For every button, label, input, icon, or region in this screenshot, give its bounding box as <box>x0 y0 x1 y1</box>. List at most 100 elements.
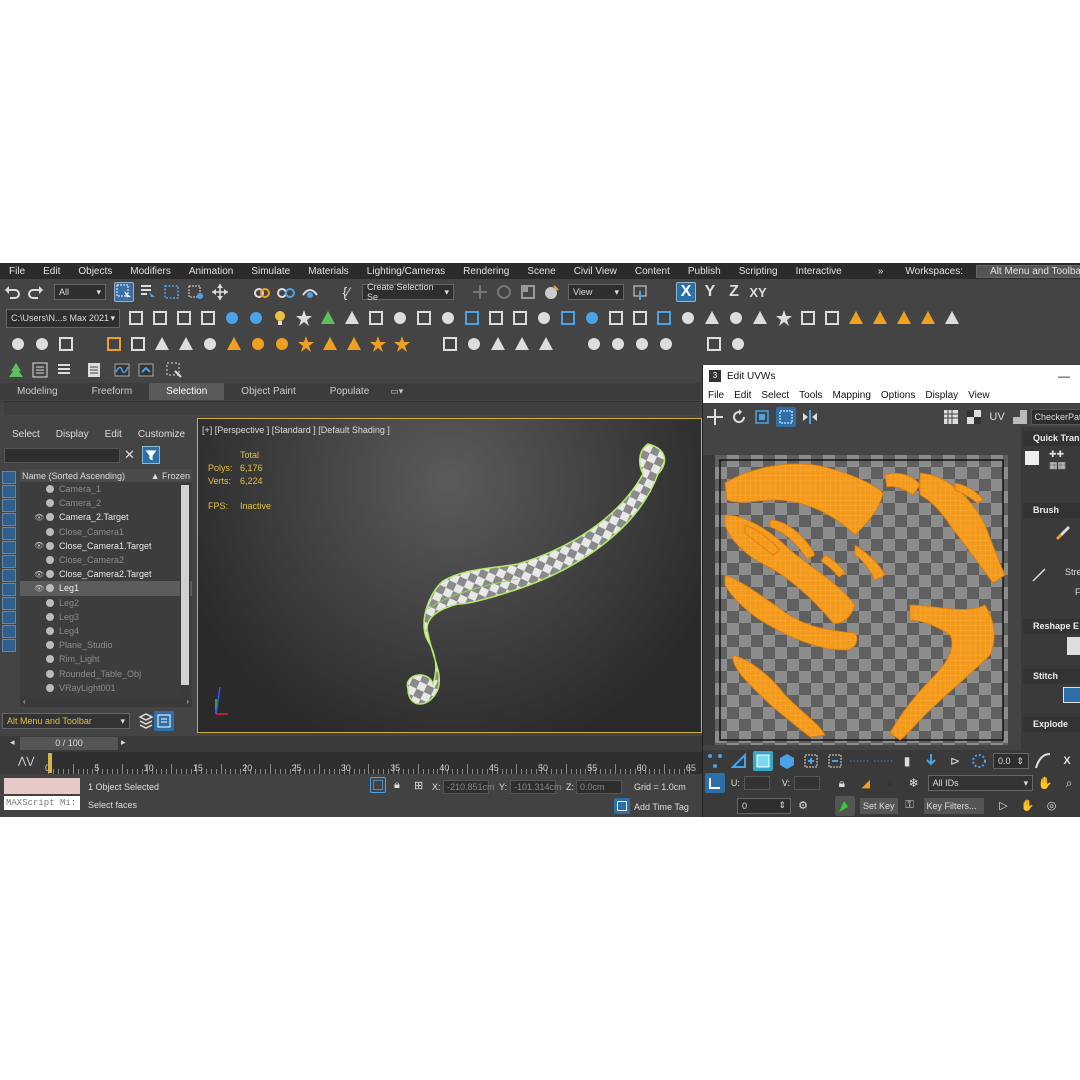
column-frozen-header[interactable]: ▲ Frozen <box>151 471 190 481</box>
quick-transform-section[interactable]: Quick Tran <box>1023 431 1080 446</box>
time-slider-right-arrow[interactable]: ▸ <box>121 737 126 748</box>
curve-editor-icon[interactable] <box>112 360 132 380</box>
constraint-x-icon[interactable] <box>846 308 866 328</box>
render-icon[interactable] <box>632 334 652 354</box>
uv-menu-options[interactable]: Options <box>876 390 920 401</box>
hide-icon[interactable]: ◢ <box>856 773 876 793</box>
paint-select-icon[interactable] <box>921 751 941 771</box>
constraint-xy-icon[interactable] <box>918 308 938 328</box>
threshold-spinner[interactable]: 0.0 ⇕ <box>993 753 1029 769</box>
scene-explorer-icon[interactable] <box>54 360 74 380</box>
minimize-icon[interactable]: — <box>1058 369 1070 383</box>
layer-list-icon[interactable] <box>30 360 50 380</box>
geosphere-icon[interactable] <box>296 334 316 354</box>
uv-menu-edit[interactable]: Edit <box>729 390 756 401</box>
window-crossing-icon[interactable] <box>186 282 206 302</box>
hierarchy-icon[interactable] <box>150 308 170 328</box>
se-menu-select[interactable]: Select <box>4 429 48 440</box>
display-all-icon[interactable] <box>2 639 16 652</box>
hand-icon[interactable]: ✋ <box>1018 796 1038 816</box>
display-cameras-icon[interactable] <box>2 513 16 526</box>
mirror-icon[interactable] <box>558 308 578 328</box>
percent-snap-icon[interactable] <box>726 308 746 328</box>
display-frozen-icon[interactable] <box>2 611 16 624</box>
se-menu-display[interactable]: Display <box>48 429 97 440</box>
time-slider-left-arrow[interactable]: ◂ <box>10 737 15 748</box>
select-object-icon[interactable] <box>114 282 134 302</box>
scrollbar-thumb[interactable] <box>181 485 189 685</box>
track-bar[interactable]: 05101520253035404550556065 <box>45 752 702 774</box>
pivot-grid-icon[interactable]: ✚✚ ▦▦ <box>1049 449 1079 479</box>
list-item[interactable]: Rounded_Table_Obj <box>20 666 192 680</box>
isolate-selection-icon[interactable] <box>370 777 386 793</box>
pine-icon[interactable] <box>342 308 362 328</box>
scale-icon[interactable] <box>518 282 538 302</box>
scene-explorer-toggle-icon[interactable] <box>154 711 174 731</box>
lock-selection-icon[interactable]: 🔒︎ <box>394 779 400 792</box>
half-sphere-icon[interactable] <box>248 334 268 354</box>
v-coordinate-field[interactable] <box>794 776 820 790</box>
sky-icon[interactable] <box>392 334 412 354</box>
move-icon[interactable] <box>210 282 230 302</box>
tree-toolbar-icon[interactable] <box>318 308 338 328</box>
shrink-select-icon[interactable] <box>825 751 845 771</box>
align-icon[interactable] <box>606 308 626 328</box>
display-geometry-icon[interactable] <box>2 471 16 484</box>
uv-menu-file[interactable]: File <box>703 390 729 401</box>
toggle-curve-icon[interactable]: ⋀⋁ <box>18 756 34 767</box>
frame-spinner[interactable]: 0 ⇕ <box>737 797 791 814</box>
maxscript-listener-pink[interactable] <box>4 778 80 794</box>
spinner-snap-icon[interactable] <box>750 308 770 328</box>
menu-scripting[interactable]: Scripting <box>730 266 787 277</box>
bell-icon[interactable] <box>344 334 364 354</box>
display-helpers-icon[interactable] <box>2 527 16 540</box>
ring-select-icon[interactable]: ⋯⋯ <box>873 751 893 771</box>
group-icon[interactable] <box>174 308 194 328</box>
uv-move-icon[interactable] <box>705 407 725 427</box>
curve-tool-icon[interactable] <box>1033 751 1053 771</box>
brush-section[interactable]: Brush <box>1023 503 1080 518</box>
freeze-icon[interactable]: ❄ <box>904 773 924 793</box>
separator-b[interactable] <box>416 334 436 354</box>
u-coordinate-field[interactable] <box>743 776 770 790</box>
schematic-view-icon[interactable] <box>136 360 156 380</box>
display-hidden-icon[interactable] <box>2 625 16 638</box>
stitch-icon[interactable] <box>1063 687 1080 703</box>
set-key-button[interactable]: Set Key <box>860 797 898 814</box>
select-rename-icon[interactable] <box>126 308 146 328</box>
list-item[interactable]: Leg2 <box>20 596 192 610</box>
perspective-viewport[interactable]: [+] [Perspective ] [Standard ] [Default … <box>197 418 702 733</box>
se-menu-customize[interactable]: Customize <box>130 429 193 440</box>
loop-select-icon[interactable]: ⋯⋯ <box>849 751 869 771</box>
orbit-icon[interactable]: ◎ <box>1042 796 1062 816</box>
constraint-z-icon[interactable] <box>894 308 914 328</box>
snap-grid-icon[interactable] <box>630 308 650 328</box>
tripod-icon[interactable] <box>488 334 508 354</box>
sun-icon[interactable] <box>294 308 314 328</box>
display-containers-icon[interactable] <box>2 597 16 610</box>
rotate-icon[interactable] <box>494 282 514 302</box>
display-lights-icon[interactable] <box>2 499 16 512</box>
lamp-icon[interactable] <box>224 334 244 354</box>
axis-xy-button[interactable]: XY <box>748 282 768 302</box>
key-mode-icon[interactable]: ⚿ <box>900 796 920 816</box>
xyz-icon[interactable] <box>798 308 818 328</box>
file-list-icon[interactable] <box>84 360 104 380</box>
plant-icon[interactable] <box>512 334 532 354</box>
array-icon[interactable] <box>582 308 602 328</box>
snap-3d-icon[interactable] <box>678 308 698 328</box>
menu-scene[interactable]: Scene <box>518 266 564 277</box>
safe-frame-icon[interactable] <box>486 308 506 328</box>
column-name-header[interactable]: Name (Sorted Ascending) <box>22 471 125 481</box>
lock-icon[interactable]: 🔒︎ <box>832 773 852 793</box>
list-scrollbar[interactable] <box>180 483 190 695</box>
project-folder-dropdown[interactable]: C:\Users\N...s Max 2021 ▾ <box>6 308 120 328</box>
reshape-elements-section[interactable]: Reshape E <box>1023 619 1080 634</box>
uv-freeform-icon[interactable] <box>776 407 797 427</box>
display-xrefs-icon[interactable] <box>2 569 16 582</box>
tube-icon[interactable] <box>128 334 148 354</box>
list-item[interactable]: Leg3 <box>20 610 192 624</box>
camera-prim-icon[interactable] <box>200 334 220 354</box>
list-item[interactable]: Leg4 <box>20 624 192 638</box>
z-coordinate-field[interactable]: 0.0cm <box>576 780 622 794</box>
